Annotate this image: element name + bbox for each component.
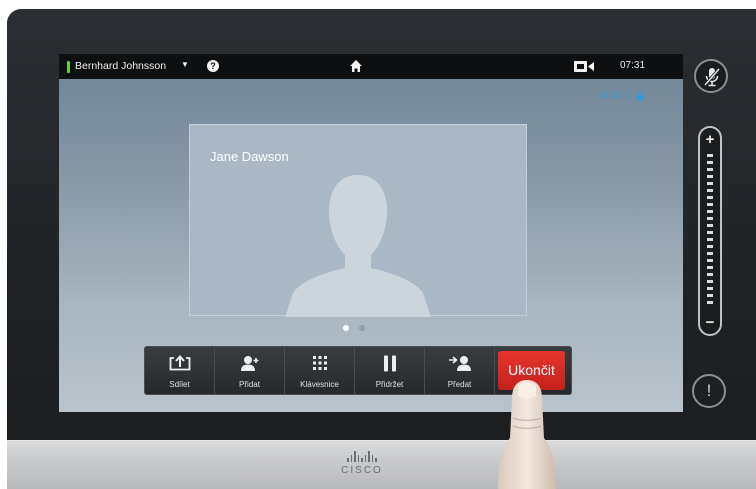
hold-label: Přidržet xyxy=(375,380,404,389)
camera-icon[interactable] xyxy=(573,60,595,73)
microphone-muted-icon xyxy=(703,68,721,87)
touch-screen: Bernhard Johnsson ▼ ? 07:31 00:10 Jane D… xyxy=(59,54,683,412)
status-bar: Bernhard Johnsson ▼ ? 07:31 xyxy=(59,54,683,79)
pause-icon xyxy=(383,355,396,372)
user-name[interactable]: Bernhard Johnsson xyxy=(75,60,166,72)
transfer-icon xyxy=(448,356,471,371)
participant-tile[interactable]: Jane Dawson xyxy=(189,124,527,317)
help-icon[interactable]: ? xyxy=(207,60,219,72)
cisco-logo: CISCO xyxy=(332,450,392,480)
share-icon xyxy=(169,355,190,371)
page-dot-active[interactable] xyxy=(343,325,349,331)
home-icon[interactable] xyxy=(349,59,363,73)
page-indicator xyxy=(343,325,371,331)
add-participant-button[interactable]: Přidat xyxy=(215,347,285,394)
avatar-placeholder-icon xyxy=(285,175,431,317)
mute-microphone-button[interactable] xyxy=(694,59,728,93)
timer-divider xyxy=(629,90,630,101)
call-duration: 00:10 xyxy=(598,90,622,101)
alert-button[interactable]: ! xyxy=(692,374,726,408)
share-button[interactable]: Sdílet xyxy=(145,347,215,394)
add-label: Přidat xyxy=(239,380,260,389)
presence-indicator xyxy=(67,61,70,73)
volume-down-button[interactable]: − xyxy=(700,314,720,331)
volume-up-button[interactable]: + xyxy=(700,131,720,148)
transfer-label: Předat xyxy=(447,380,472,389)
keypad-icon xyxy=(312,356,327,370)
lock-icon xyxy=(636,91,644,101)
cisco-logo-bars-icon xyxy=(332,450,392,462)
volume-level-ticks xyxy=(707,154,713,310)
clock: 07:31 xyxy=(620,60,646,71)
share-label: Sdílet xyxy=(169,380,190,389)
add-participant-icon xyxy=(240,356,258,371)
finger-pointer-icon xyxy=(498,380,556,489)
page-dot-inactive[interactable] xyxy=(359,325,365,331)
keypad-button[interactable]: Klávesnice xyxy=(285,347,355,394)
chevron-down-icon[interactable]: ▼ xyxy=(181,60,189,69)
transfer-button[interactable]: Předat xyxy=(425,347,495,394)
keypad-label: Klávesnice xyxy=(300,380,339,389)
cisco-wordmark: CISCO xyxy=(341,465,383,476)
hold-button[interactable]: Přidržet xyxy=(355,347,425,394)
volume-slider[interactable]: + − xyxy=(698,126,722,336)
participant-name: Jane Dawson xyxy=(210,149,289,164)
